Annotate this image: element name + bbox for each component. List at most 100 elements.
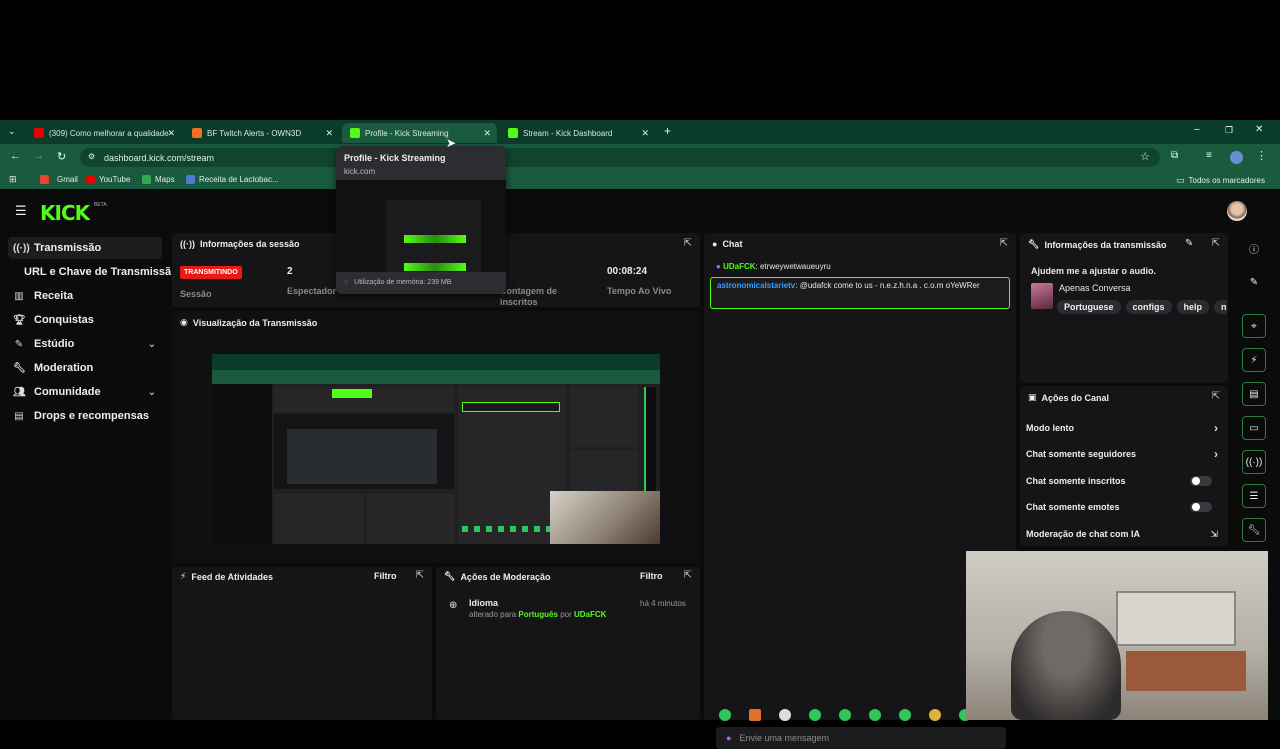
maximize-icon[interactable]: ❐ <box>1225 125 1233 136</box>
subs-only-toggle[interactable] <box>1190 476 1212 486</box>
black-letterbox <box>0 0 1280 120</box>
category-name[interactable]: Apenas Conversa <box>1059 283 1131 293</box>
tab-youtube[interactable]: (309) Como melhorar a qualidade ✕ <box>26 123 181 143</box>
close-icon[interactable]: ✕ <box>483 128 491 139</box>
live-time: 00:08:24 <box>607 266 648 277</box>
user-avatar[interactable] <box>1227 201 1247 221</box>
site-info-icon[interactable]: ⚙ <box>88 152 95 161</box>
gmail-icon <box>40 175 49 184</box>
popout-icon[interactable]: ⇱ <box>1000 238 1008 249</box>
emote-icon[interactable] <box>749 709 761 721</box>
chat-input-placeholder: Envie uma mensagem <box>739 733 829 743</box>
tab-hover-card: Profile - Kick Streaming kick.com ◌ Util… <box>336 146 506 294</box>
emote-icon[interactable] <box>929 709 941 721</box>
minimize-icon[interactable]: – <box>1194 124 1200 135</box>
wrench-icon[interactable]: 🔧︎ <box>1242 518 1266 542</box>
edit-icon[interactable]: ✎ <box>1242 270 1266 294</box>
lightning-icon[interactable]: ⚡︎ <box>1242 348 1266 372</box>
sidebar-item-moderation[interactable]: 🔧︎ Moderation <box>8 357 162 379</box>
action-slow-mode[interactable]: Modo lento › <box>1026 419 1222 437</box>
bookmark-label: Receita de Lactobac... <box>199 175 279 184</box>
app-header: ☰ KICK BETA <box>0 189 1280 233</box>
chat-text: : @udafck come to us - n.e.z.h.n.a . c.o… <box>795 281 980 290</box>
webcam-shelf <box>1126 651 1246 691</box>
back-icon[interactable]: ← <box>10 150 21 162</box>
emote-icon[interactable] <box>779 709 791 721</box>
tab-kick-dashboard[interactable]: Stream - Kick Dashboard ✕ <box>500 123 655 143</box>
tab-own3d[interactable]: BF Twitch Alerts - OWN3D ✕ <box>184 123 339 143</box>
document-icon[interactable]: ▤ <box>1242 382 1266 406</box>
tag-chip[interactable]: configs <box>1125 300 1172 314</box>
tab-title: (309) Como melhorar a qualidade <box>49 128 169 138</box>
profile-avatar[interactable] <box>1230 151 1243 164</box>
new-tab-icon[interactable]: + <box>664 124 671 138</box>
popout-icon[interactable]: ⇱ <box>684 570 692 581</box>
action-followers-only[interactable]: Chat somente seguidores › <box>1026 445 1222 463</box>
eye-icon: ◉ <box>180 317 188 327</box>
filter-button[interactable]: Filtro <box>640 571 663 581</box>
sidebar-item-conquistas[interactable]: 🏆︎ Conquistas <box>8 309 162 331</box>
close-icon[interactable]: ✕ <box>641 128 649 139</box>
popout-icon[interactable]: ⇱ <box>1212 391 1220 402</box>
stream-preview-video[interactable] <box>212 354 660 544</box>
tag-chip[interactable]: help <box>1176 300 1210 314</box>
sidebar-item-transmissao[interactable]: ((·)) Transmissão <box>8 237 162 259</box>
focus-icon[interactable]: ⌖ <box>1242 314 1266 338</box>
filter-button[interactable]: Filtro <box>374 571 397 581</box>
emotes-only-toggle[interactable] <box>1190 502 1212 512</box>
sidebar-item-label: URL e Chave de Transmissão <box>24 266 171 278</box>
popout-icon[interactable]: ⇱ <box>1212 238 1220 249</box>
emote-icon[interactable] <box>719 709 731 721</box>
media-icon[interactable]: ≡ <box>1206 150 1212 161</box>
bookmark-star-icon[interactable]: ☆ <box>1140 150 1150 163</box>
forward-icon[interactable]: → <box>33 150 44 162</box>
emote-icon[interactable] <box>869 709 881 721</box>
sidebar-item-comunidade[interactable]: 👥︎ Comunidade ⌄ <box>8 381 162 403</box>
hamburger-menu-icon[interactable]: ☰ <box>15 203 27 219</box>
chart-icon: ▥ <box>14 290 24 302</box>
bookmark-gmail[interactable]: Gmail <box>40 175 78 184</box>
sidebar-item-drops[interactable]: ▤ Drops e recompensas <box>8 405 162 427</box>
kick-logo[interactable]: KICK <box>40 201 90 225</box>
panel-title: ((·)) Informações da sessão <box>180 239 300 249</box>
tag-chip[interactable]: Portuguese <box>1057 300 1121 314</box>
tag-chip[interactable]: n <box>1214 300 1227 314</box>
chat-icon[interactable]: ▭ <box>1242 416 1266 440</box>
preview-activity <box>274 494 364 544</box>
action-ai-moderation[interactable]: Moderação de chat com IA ⇲ <box>1026 525 1222 543</box>
all-bookmarks[interactable]: ▭ Todos os marcadores <box>1176 175 1265 186</box>
bookmark-maps[interactable]: Maps <box>142 175 175 184</box>
popout-icon[interactable]: ⇱ <box>416 570 424 581</box>
extensions-icon[interactable]: ⧉ <box>1171 150 1178 161</box>
edit-icon[interactable]: ✎ <box>1185 238 1193 249</box>
close-icon[interactable]: ✕ <box>325 128 333 139</box>
action-subs-only: Chat somente inscritos <box>1026 472 1222 490</box>
tooltip-memory: ◌ Utilização de memória: 239 MB <box>344 279 452 286</box>
close-icon[interactable]: ✕ <box>167 128 175 139</box>
tab-title: BF Twitch Alerts - OWN3D <box>207 128 302 138</box>
emote-icon[interactable] <box>899 709 911 721</box>
close-window-icon[interactable]: ✕ <box>1255 124 1263 135</box>
bookmark-receita[interactable]: Receita de Lactobac... <box>186 175 279 184</box>
reload-icon[interactable]: ↻ <box>57 150 66 163</box>
sidebar-item-label: Comunidade <box>34 386 101 398</box>
sidebar-item-url-chave[interactable]: URL e Chave de Transmissão <box>19 261 171 283</box>
url-input[interactable]: ⚙ dashboard.kick.com/stream ☆ <box>80 148 1160 167</box>
info-icon[interactable]: ⓘ <box>1242 236 1266 260</box>
emote-icon[interactable] <box>809 709 821 721</box>
shield-icon: ▣ <box>1028 392 1037 402</box>
tab-kick-profile[interactable]: Profile - Kick Streaming ✕ <box>342 123 497 143</box>
bookmark-youtube[interactable]: YouTube <box>86 175 130 184</box>
chat-input[interactable]: ● Envie uma mensagem <box>716 727 1006 749</box>
sidebar-item-receita[interactable]: ▥ Receita <box>8 285 162 307</box>
chat-username[interactable]: UDaFCK <box>723 262 755 271</box>
emote-icon[interactable] <box>839 709 851 721</box>
menu-icon[interactable]: ⋮ <box>1256 149 1267 162</box>
popout-icon[interactable]: ⇱ <box>684 238 692 249</box>
server-icon[interactable]: ☰ <box>1242 484 1266 508</box>
tab-search-icon[interactable]: ⌄ <box>8 126 16 137</box>
apps-icon[interactable]: ⊞ <box>9 174 17 185</box>
broadcast-icon[interactable]: ((·)) <box>1242 450 1266 474</box>
chat-username[interactable]: astronomicalstarietv <box>717 281 795 290</box>
sidebar-item-estudio[interactable]: ✎ Estúdio ⌄ <box>8 333 162 355</box>
